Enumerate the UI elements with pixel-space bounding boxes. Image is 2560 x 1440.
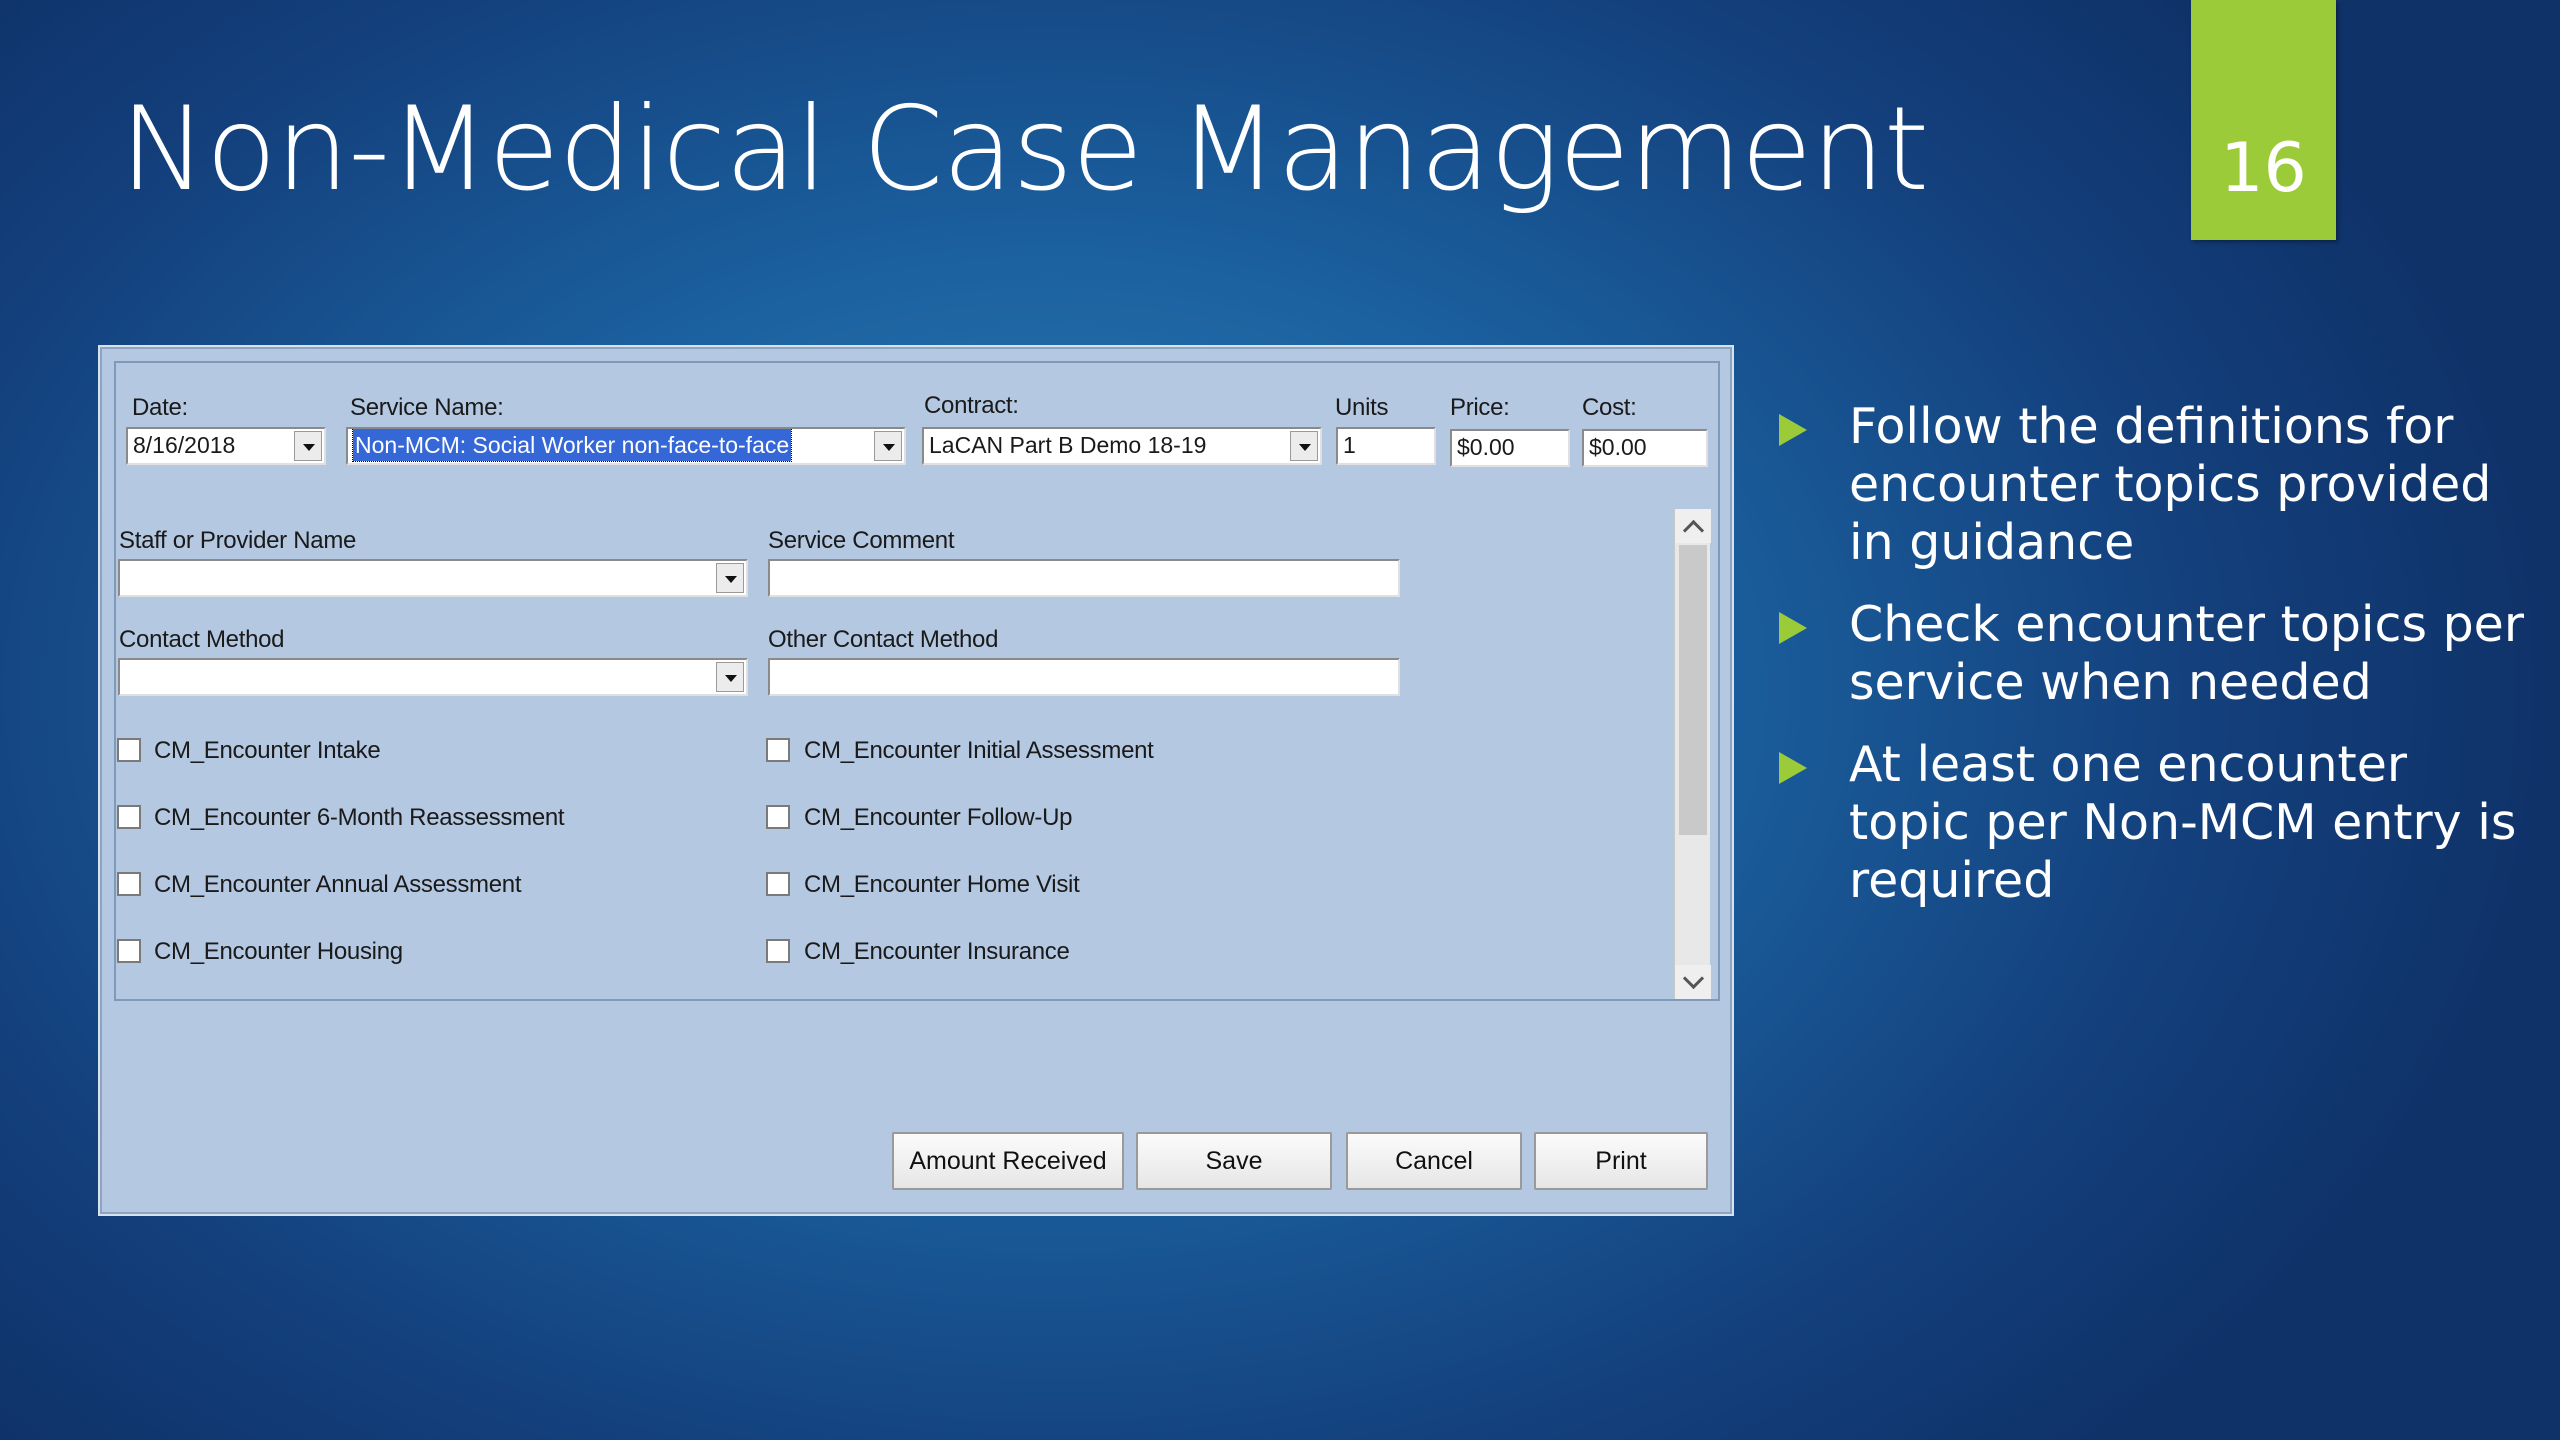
units-value: 1 <box>1343 432 1356 458</box>
bullet-arrow-icon <box>1779 414 1807 446</box>
print-button[interactable]: Print <box>1534 1132 1708 1190</box>
bullet-text: At least one encounter topic per Non-MCM… <box>1849 736 2517 909</box>
date-dropdown-icon[interactable] <box>294 431 322 461</box>
checkbox-label: CM_Encounter Annual Assessment <box>154 871 522 898</box>
service-name-label: Service Name: <box>350 394 504 421</box>
bullet-text: Check encounter topics per service when … <box>1849 596 2524 711</box>
scroll-up-icon[interactable] <box>1675 509 1711 543</box>
cancel-button[interactable]: Cancel <box>1346 1132 1522 1190</box>
date-label: Date: <box>132 394 188 421</box>
service-comment-label: Service Comment <box>768 527 955 554</box>
price-label: Price: <box>1450 394 1510 421</box>
checkbox-label: CM_Encounter Initial Assessment <box>804 737 1154 764</box>
checkbox-label: CM_Encounter 6-Month Reassessment <box>154 804 565 831</box>
checkbox[interactable] <box>117 805 141 829</box>
checkbox-label: CM_Encounter Intake <box>154 737 381 764</box>
save-button[interactable]: Save <box>1136 1132 1332 1190</box>
units-input[interactable]: 1 <box>1336 427 1436 465</box>
contact-method-dropdown-icon[interactable] <box>716 662 744 692</box>
scroll-down-icon[interactable] <box>1675 965 1711 999</box>
checkbox-label: CM_Encounter Insurance <box>804 938 1070 965</box>
contract-value: LaCAN Part B Demo 18-19 <box>929 432 1207 458</box>
page-number-box: 16 <box>2191 0 2336 240</box>
checkbox[interactable] <box>766 939 790 963</box>
date-value: 8/16/2018 <box>133 432 236 458</box>
other-contact-method-label: Other Contact Method <box>768 626 999 653</box>
vertical-scrollbar[interactable] <box>1674 509 1711 999</box>
price-input[interactable]: $0.00 <box>1450 429 1570 467</box>
staff-dropdown-icon[interactable] <box>716 563 744 593</box>
page-number: 16 <box>2220 129 2307 208</box>
cost-input[interactable]: $0.00 <box>1582 429 1708 467</box>
checkbox[interactable] <box>117 872 141 896</box>
date-picker[interactable]: 8/16/2018 <box>126 427 326 465</box>
contact-method-label: Contact Method <box>119 626 285 653</box>
bullet-arrow-icon <box>1779 612 1807 644</box>
service-name-dropdown-icon[interactable] <box>874 431 902 461</box>
amount-received-button[interactable]: Amount Received <box>892 1132 1124 1190</box>
bullet-arrow-icon <box>1779 752 1807 784</box>
bullet-item: Check encounter topics per service when … <box>1773 596 2533 712</box>
checkbox[interactable] <box>766 738 790 762</box>
price-value: $0.00 <box>1457 434 1515 460</box>
bullet-item: At least one encounter topic per Non-MCM… <box>1773 736 2533 910</box>
checkbox[interactable] <box>117 939 141 963</box>
service-comment-input[interactable] <box>768 559 1400 597</box>
contract-dropdown-icon[interactable] <box>1290 431 1318 461</box>
service-entry-dialog: Date: Service Name: Contract: Units Pric… <box>100 347 1732 1214</box>
bullet-item: Follow the definitions for encounter top… <box>1773 398 2533 572</box>
checkbox[interactable] <box>766 872 790 896</box>
slide-title: Non-Medical Case Management <box>120 82 1929 217</box>
checkbox-label: CM_Encounter Follow-Up <box>804 804 1073 831</box>
contact-method-select[interactable] <box>118 658 748 696</box>
units-label: Units <box>1335 394 1389 421</box>
cost-label: Cost: <box>1582 394 1637 421</box>
checkbox-label: CM_Encounter Housing <box>154 938 403 965</box>
checkbox[interactable] <box>117 738 141 762</box>
service-name-select[interactable]: Non-MCM: Social Worker non-face-to-face <box>346 427 906 465</box>
contract-select[interactable]: LaCAN Part B Demo 18-19 <box>922 427 1322 465</box>
service-name-value: Non-MCM: Social Worker non-face-to-face <box>351 429 793 462</box>
other-contact-method-input[interactable] <box>768 658 1400 696</box>
staff-label: Staff or Provider Name <box>119 527 357 554</box>
bullet-text: Follow the definitions for encounter top… <box>1849 398 2492 571</box>
contract-label: Contract: <box>924 392 1019 419</box>
checkbox[interactable] <box>766 805 790 829</box>
checkbox-label: CM_Encounter Home Visit <box>804 871 1080 898</box>
cost-value: $0.00 <box>1589 434 1647 460</box>
bullet-list: Follow the definitions for encounter top… <box>1773 398 2533 934</box>
scroll-thumb[interactable] <box>1679 545 1707 835</box>
staff-select[interactable] <box>118 559 748 597</box>
